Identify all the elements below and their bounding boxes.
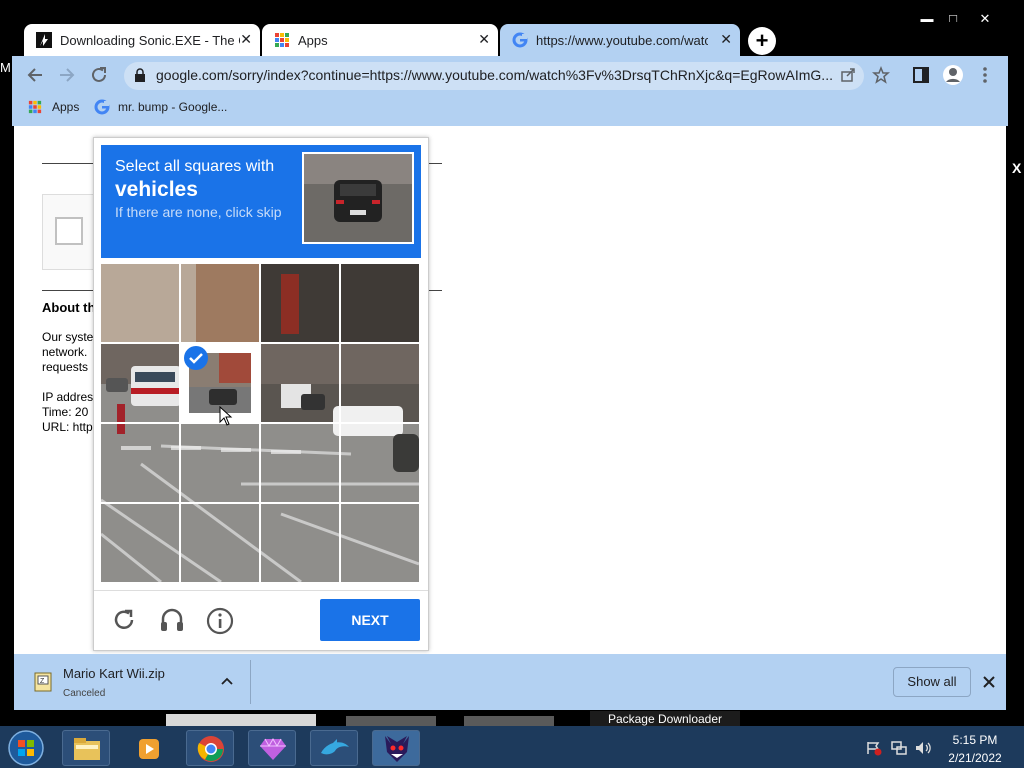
body-text: network.	[42, 345, 88, 359]
folder-icon	[74, 738, 100, 760]
tab-apps[interactable]: Apps ✕	[262, 24, 498, 56]
captcha-tile[interactable]	[261, 264, 339, 342]
close-icon[interactable]: ✕	[240, 31, 252, 48]
dolphin-icon	[321, 739, 349, 755]
challenge-instruction: Select all squares with	[115, 158, 275, 175]
tab-title: https://www.youtube.com/watch	[536, 33, 708, 48]
captcha-tile[interactable]	[181, 264, 259, 342]
captcha-tile[interactable]	[341, 344, 419, 422]
clock-date[interactable]: 2/21/2022	[942, 751, 1008, 765]
captcha-tile[interactable]	[261, 424, 339, 502]
captcha-tile[interactable]	[261, 344, 339, 422]
new-tab-button[interactable]: +	[748, 27, 776, 55]
close-icon[interactable]: ✕	[478, 31, 490, 48]
apps-grid-icon	[275, 33, 289, 47]
checkmark-icon	[184, 346, 208, 370]
reload-challenge-icon[interactable]	[112, 608, 136, 632]
menu-kebab-icon[interactable]	[978, 66, 992, 84]
mouse-cursor-icon	[219, 406, 233, 426]
star-icon[interactable]	[872, 66, 890, 84]
close-icon[interactable]	[982, 675, 996, 689]
side-panel-icon[interactable]	[912, 66, 930, 84]
next-button[interactable]: NEXT	[320, 599, 420, 641]
left-edge-text: M	[0, 60, 11, 75]
time-text: Time: 20	[42, 405, 89, 419]
profile-avatar-icon[interactable]	[942, 64, 964, 86]
flash-icon	[36, 32, 52, 48]
challenge-hint: If there are none, click skip	[115, 204, 282, 220]
share-icon[interactable]	[840, 67, 856, 83]
volume-icon[interactable]	[914, 740, 932, 756]
back-icon[interactable]	[26, 66, 44, 84]
url-info-text: URL: http	[42, 420, 93, 434]
chrome-taskbar-button[interactable]	[186, 730, 234, 766]
show-all-button[interactable]: Show all	[893, 667, 971, 697]
about-heading: About th	[42, 300, 96, 315]
action-center-icon[interactable]	[866, 740, 882, 756]
background-window	[464, 716, 554, 726]
challenge-target: vehicles	[115, 178, 198, 201]
chevron-up-icon[interactable]	[220, 676, 234, 686]
captcha-tile[interactable]	[341, 424, 419, 502]
captcha-tile[interactable]	[181, 424, 259, 502]
bookmark-label: Apps	[52, 100, 80, 114]
window-titlebar	[0, 0, 1024, 22]
divider	[250, 660, 251, 704]
clock-time[interactable]: 5:15 PM	[946, 733, 1004, 747]
download-filename[interactable]: Mario Kart Wii.zip	[63, 666, 165, 681]
tab-sonic[interactable]: Downloading Sonic.EXE - The Ga ✕	[24, 24, 260, 56]
bookmark-label: mr. bump - Google...	[118, 100, 228, 114]
taskbar-tooltip: Package Downloader	[590, 711, 740, 727]
chrome-icon	[197, 736, 224, 762]
tab-title: Downloading Sonic.EXE - The Ga	[60, 33, 240, 48]
body-text: Our syste	[42, 330, 94, 344]
captcha-tile[interactable]	[101, 264, 179, 342]
captcha-tile[interactable]	[261, 504, 339, 582]
captcha-tile[interactable]	[341, 504, 419, 582]
headphones-icon[interactable]	[159, 607, 185, 633]
right-edge	[1008, 126, 1024, 726]
media-player-taskbar-button[interactable]	[124, 730, 172, 766]
apps-grid-icon	[28, 100, 42, 114]
reload-icon[interactable]	[90, 66, 108, 84]
explorer-taskbar-button[interactable]	[62, 730, 110, 766]
google-g-icon	[512, 32, 528, 48]
captcha-tile[interactable]	[101, 504, 179, 582]
download-shelf	[14, 654, 1006, 710]
sample-image	[302, 152, 414, 244]
url-text[interactable]: google.com/sorry/index?continue=https://…	[156, 67, 832, 83]
background-window	[166, 714, 316, 726]
network-icon[interactable]	[890, 740, 908, 756]
start-button[interactable]	[6, 729, 46, 767]
gem-icon	[260, 737, 286, 760]
forward-icon[interactable]	[58, 66, 76, 84]
sonic-exe-icon	[385, 736, 409, 762]
svg-text:Z: Z	[40, 678, 45, 685]
info-icon[interactable]	[206, 607, 234, 635]
media-player-icon	[139, 739, 159, 759]
dolphin-taskbar-button[interactable]	[310, 730, 358, 766]
exe-taskbar-button[interactable]	[372, 730, 420, 766]
zip-file-icon: Z	[34, 672, 52, 692]
body-text: requests	[42, 360, 89, 374]
download-status: Canceled	[63, 688, 106, 699]
captcha-tile[interactable]	[101, 424, 179, 502]
side-close-x[interactable]: X	[1012, 160, 1021, 176]
lock-icon[interactable]	[134, 68, 146, 82]
captcha-tile[interactable]	[101, 344, 179, 422]
captcha-tile[interactable]	[341, 264, 419, 342]
tab-title: Apps	[298, 33, 328, 48]
google-g-icon	[94, 99, 110, 115]
gem-app-taskbar-button[interactable]	[248, 730, 296, 766]
background-window	[346, 716, 436, 726]
ip-text: IP addres	[42, 390, 94, 404]
recaptcha-checkbox[interactable]	[55, 217, 83, 245]
captcha-tile[interactable]	[181, 504, 259, 582]
bookmark-mr-bump[interactable]: mr. bump - Google...	[94, 98, 244, 118]
divider	[94, 590, 428, 591]
close-icon[interactable]: ✕	[720, 31, 732, 48]
sample-car-image	[304, 154, 412, 242]
tab-youtube[interactable]: https://www.youtube.com/watch ✕	[500, 24, 740, 56]
